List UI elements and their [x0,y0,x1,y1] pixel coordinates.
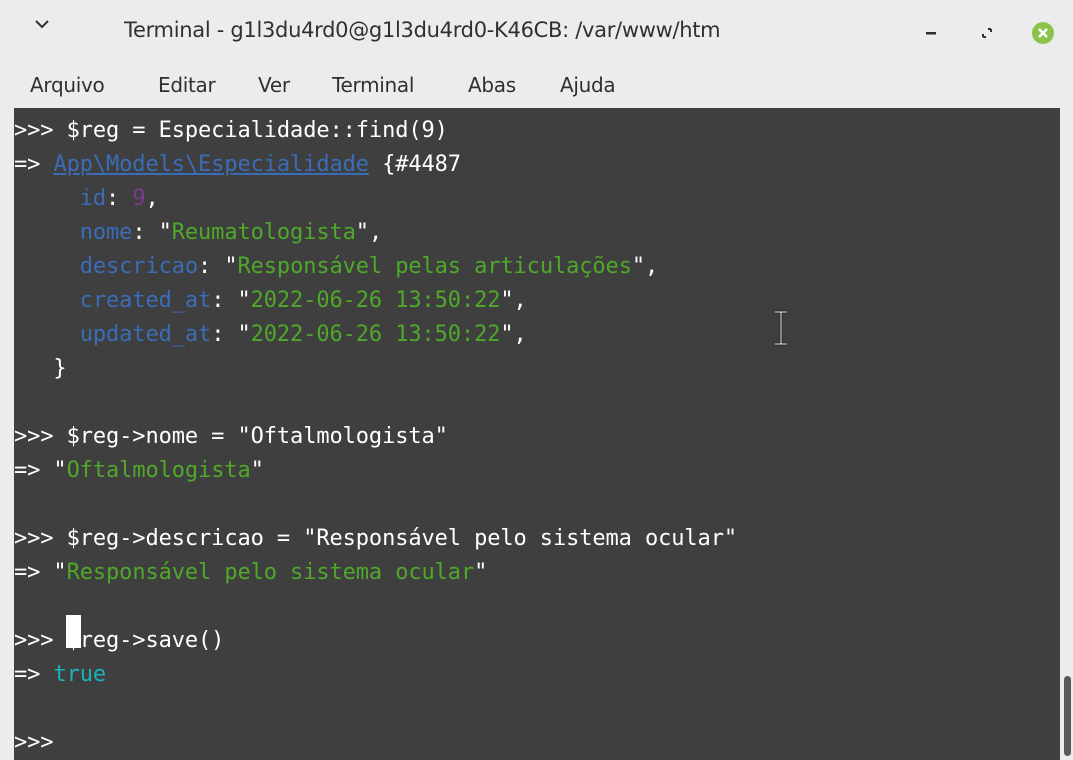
terminal-text: Responsável pelas articulações [237,254,632,279]
terminal-text: Responsável pelo sistema ocular [66,560,475,585]
terminal-text: : " [211,288,251,313]
terminal-line: >>> $reg = Especialidade::find(9) [14,114,448,148]
terminal-text: nome [14,220,133,245]
terminal-text: : [106,186,133,211]
terminal-text: } [14,356,67,381]
menu-terminal[interactable]: Terminal [332,70,414,100]
terminal-line: => true [14,658,106,692]
text-cursor-icon [775,310,787,346]
terminal-text: " [474,560,488,585]
terminal-text: >>> $reg->save() [14,628,225,653]
terminal-text: " [250,458,264,483]
terminal-output[interactable]: >>> $reg = Especialidade::find(9)=> App\… [14,108,1060,760]
menu-ajuda[interactable]: Ajuda [560,70,616,100]
restore-icon[interactable] [972,18,1002,48]
menu-editar[interactable]: Editar [158,70,216,100]
terminal-line: >>> $reg->save() [14,624,224,658]
terminal-text: => [14,662,54,687]
terminal-text: 2022-06-26 13:50:22 [250,322,501,347]
terminal-line: descricao: "Responsável pelas articulaçõ… [14,250,659,284]
terminal-text: App\Models\Especialidade [53,152,369,177]
terminal-text: true [53,662,107,687]
window-title: Terminal - g1l3du4rd0@g1l3du4rd0-K46CB: … [124,18,721,42]
terminal-line: id: 9, [14,182,159,216]
terminal-text: 9 [132,186,146,211]
terminal-text: ", [500,322,527,347]
terminal-text: id [14,186,107,211]
scrollbar-thumb[interactable] [1064,676,1071,756]
menu-arquivo[interactable]: Arquivo [30,70,105,100]
menu-abas[interactable]: Abas [468,70,516,100]
terminal-line: created_at: "2022-06-26 13:50:22", [14,284,527,318]
scrollbar[interactable] [1060,108,1073,760]
minimize-icon[interactable] [916,18,946,48]
terminal-line: >>> $reg->nome = "Oftalmologista" [14,420,448,454]
terminal-text: ", [631,254,659,279]
terminal-text: created_at [14,288,212,313]
menu-ver[interactable]: Ver [258,70,290,100]
terminal-text: ", [500,288,527,313]
terminal-text: : " [132,220,172,245]
terminal-line: => App\Models\Especialidade {#4487 [14,148,461,182]
terminal-line: updated_at: "2022-06-26 13:50:22", [14,318,527,352]
terminal-line: => "Oftalmologista" [14,454,264,488]
terminal-text: 2022-06-26 13:50:22 [250,288,501,313]
terminal-text: ", [355,220,383,245]
terminal-text: Oftalmologista [66,458,251,483]
chevron-down-icon[interactable] [30,12,54,36]
terminal-text: => " [14,560,67,585]
terminal-line: => "Responsável pelo sistema ocular" [14,556,487,590]
terminal-line: >>> [14,726,67,760]
terminal-text: updated_at [14,322,212,347]
terminal-text: : " [211,322,251,347]
terminal-text: >>> [14,730,67,755]
terminal-line: >>> $reg->descricao = "Responsável pelo … [14,522,737,556]
terminal-line: nome: "Reumatologista", [14,216,382,250]
terminal-text: , [145,186,159,211]
terminal-cursor [66,615,81,648]
terminal-text: descricao [14,254,199,279]
terminal-text: => " [14,458,67,483]
terminal-text: : " [198,254,238,279]
terminal-text: >>> $reg = Especialidade::find(9) [14,118,448,143]
close-icon[interactable] [1028,18,1058,48]
terminal-text: Reumatologista [171,220,356,245]
terminal-text: => [14,152,54,177]
terminal-text: {#4487 [368,152,461,177]
terminal-line: } [14,352,67,386]
terminal-text: >>> $reg->descricao = "Responsável pelo … [14,526,737,551]
terminal-text: >>> $reg->nome = "Oftalmologista" [14,424,448,449]
title-bar[interactable]: Terminal - g1l3du4rd0@g1l3du4rd0-K46CB: … [0,0,1073,62]
